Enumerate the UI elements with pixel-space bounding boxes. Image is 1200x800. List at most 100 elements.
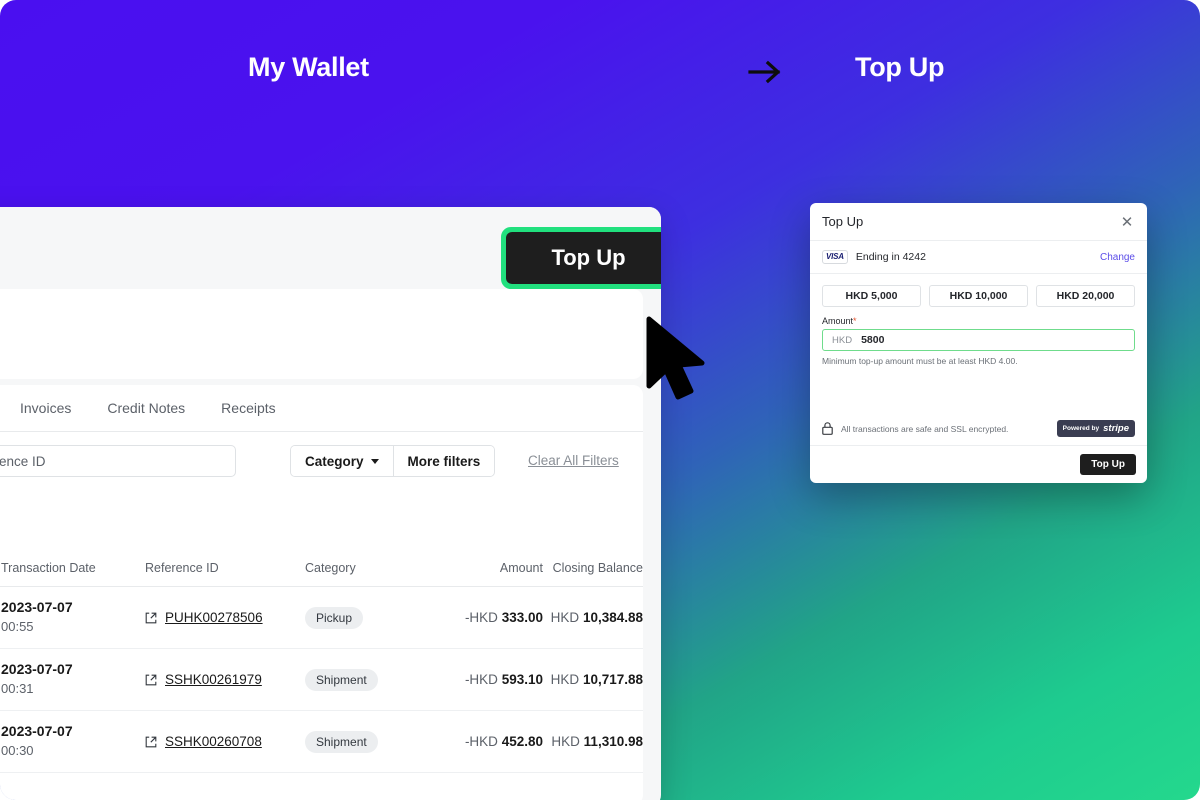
preset-amount-5000[interactable]: HKD 5,000 (822, 285, 921, 307)
cell-amount: -HKD 452.80 (433, 734, 543, 749)
tab-bar: s Invoices Credit Notes Receipts (0, 385, 643, 432)
cell-transaction-date: 2023-07-07 00:55 (0, 598, 145, 636)
transactions-card: s Invoices Credit Notes Receipts Categor… (0, 385, 643, 800)
amount-input[interactable] (861, 334, 1125, 346)
stripe-badge: Powered by stripe (1056, 420, 1135, 437)
external-link-icon (145, 612, 157, 623)
amount-currency-prefix: HKD (832, 334, 853, 346)
table-header-row: Transaction Date Reference ID Category A… (0, 549, 643, 587)
filter-bar: Category More filters Clear All Filters (0, 432, 643, 490)
modal-footer: Top Up (810, 445, 1147, 483)
topup-header-title: Top Up (855, 52, 945, 82)
table-row[interactable]: 2023-07-07 00:31 SSHK00261979 Shipment -… (0, 649, 643, 711)
cell-category: Pickup (305, 606, 433, 629)
wallet-header-title: My Wallet (248, 52, 369, 82)
table-row[interactable]: 2023-07-07 00:55 PUHK00278506 Pickup -HK… (0, 587, 643, 649)
cell-closing-balance: HKD 10,384.88 (543, 610, 643, 625)
wallet-app-panel: Top Up NCE 384.88 s Invoices Credit Note… (0, 207, 661, 800)
category-filter-label: Category (305, 453, 364, 469)
cell-reference-id: SSHK00260708 (145, 734, 305, 749)
modal-title: Top Up (822, 214, 864, 229)
visa-icon: VISA (822, 250, 848, 264)
tab-invoices[interactable]: Invoices (20, 400, 71, 430)
preset-amount-row: HKD 5,000 HKD 10,000 HKD 20,000 (810, 274, 1147, 307)
amount-label-text: Amount (822, 316, 854, 326)
cell-transaction-date: 2023-07-07 00:31 (0, 660, 145, 698)
column-reference-id: Reference ID (145, 560, 219, 575)
table-row[interactable]: 2023-07-07 00:30 SSHK00260708 Shipment -… (0, 711, 643, 773)
preset-amount-20000[interactable]: HKD 20,000 (1036, 285, 1135, 307)
amount-hint-text: Minimum top-up amount must be at least H… (822, 356, 1018, 366)
modal-topup-submit-button[interactable]: Top Up (1080, 454, 1136, 475)
external-link-icon (145, 736, 157, 747)
security-notice-row: All transactions are safe and SSL encryp… (810, 420, 1147, 437)
topup-cta-highlight: Top Up (501, 227, 661, 289)
amount-input-wrapper: HKD (822, 329, 1135, 351)
category-filter-button[interactable]: Category (291, 446, 393, 476)
cell-amount: -HKD 593.10 (433, 672, 543, 687)
column-transaction-date: Transaction Date (1, 560, 96, 575)
balance-value: 10,717.88 (582, 672, 643, 687)
change-card-link[interactable]: Change (1100, 252, 1135, 263)
column-category: Category (305, 560, 356, 575)
cell-reference-id: SSHK00261979 (145, 672, 305, 687)
balance-card: NCE 384.88 (0, 289, 643, 379)
cell-amount: -HKD 333.00 (433, 610, 543, 625)
cell-closing-balance: HKD 10,717.88 (543, 672, 643, 687)
card-ending-label: Ending in 4242 (855, 251, 926, 263)
tab-credit-notes[interactable]: Credit Notes (107, 400, 185, 430)
cell-category: Shipment (305, 668, 433, 691)
amount-currency: -HKD (464, 672, 498, 687)
close-icon[interactable]: ✕ (1118, 213, 1136, 231)
stripe-powered-label: Powered by (1062, 425, 1100, 432)
cell-transaction-date: 2023-07-07 00:30 (0, 722, 145, 760)
clear-all-filters-link[interactable]: Clear All Filters (528, 453, 619, 468)
cell-closing-balance: HKD 11,310.98 (543, 734, 643, 749)
transaction-date: 2023-07-07 (1, 661, 73, 678)
transaction-date: 2023-07-07 (1, 599, 73, 616)
column-closing-balance: Closing Balance (552, 560, 643, 575)
amount-currency: -HKD (464, 610, 498, 625)
transaction-time: 00:31 (1, 681, 34, 697)
amount-field-label: Amount* (810, 307, 1147, 329)
balance-currency: HKD (551, 734, 580, 749)
column-amount: Amount (499, 560, 543, 575)
cell-reference-id: PUHK00278506 (145, 610, 305, 625)
balance-value: 10,384.88 (582, 610, 643, 625)
chevron-down-icon (370, 458, 379, 464)
amount-value: 452.80 (501, 734, 543, 749)
gradient-backdrop: My Wallet Top Up Top Up NCE 384.88 s Inv… (0, 0, 1200, 800)
cell-category: Shipment (305, 730, 433, 753)
amount-currency: -HKD (464, 734, 498, 749)
arrow-right-icon (748, 60, 781, 84)
lock-icon (822, 422, 833, 435)
transactions-table: Transaction Date Reference ID Category A… (0, 549, 643, 773)
more-filters-button[interactable]: More filters (392, 446, 495, 476)
topup-button[interactable]: Top Up (506, 232, 661, 284)
required-marker: * (853, 316, 857, 326)
reference-id-link[interactable]: SSHK00260708 (165, 734, 262, 749)
transaction-time: 00:55 (1, 619, 34, 635)
balance-value: 11,310.98 (583, 734, 643, 749)
category-badge: Shipment (305, 730, 378, 753)
filter-button-group: Category More filters (290, 445, 496, 477)
external-link-icon (145, 674, 157, 685)
modal-header: Top Up ✕ (810, 203, 1147, 241)
balance-currency: HKD (550, 672, 580, 687)
reference-id-link[interactable]: PUHK00278506 (165, 610, 263, 625)
topup-modal: Top Up ✕ VISA Ending in 4242 Change HKD … (810, 203, 1147, 483)
tab-receipts[interactable]: Receipts (221, 400, 275, 430)
amount-value: 333.00 (501, 610, 543, 625)
transaction-time: 00:30 (1, 743, 34, 759)
search-input[interactable] (0, 445, 236, 477)
category-badge: Pickup (305, 606, 364, 629)
category-badge: Shipment (305, 668, 378, 691)
balance-currency: HKD (550, 610, 580, 625)
ssl-notice-text: All transactions are safe and SSL encryp… (841, 423, 1009, 434)
payment-method-row: VISA Ending in 4242 Change (810, 241, 1147, 274)
stripe-logo: stripe (1103, 423, 1129, 434)
mouse-pointer-icon (646, 316, 705, 400)
preset-amount-10000[interactable]: HKD 10,000 (929, 285, 1028, 307)
reference-id-link[interactable]: SSHK00261979 (165, 672, 262, 687)
transaction-date: 2023-07-07 (1, 723, 73, 740)
